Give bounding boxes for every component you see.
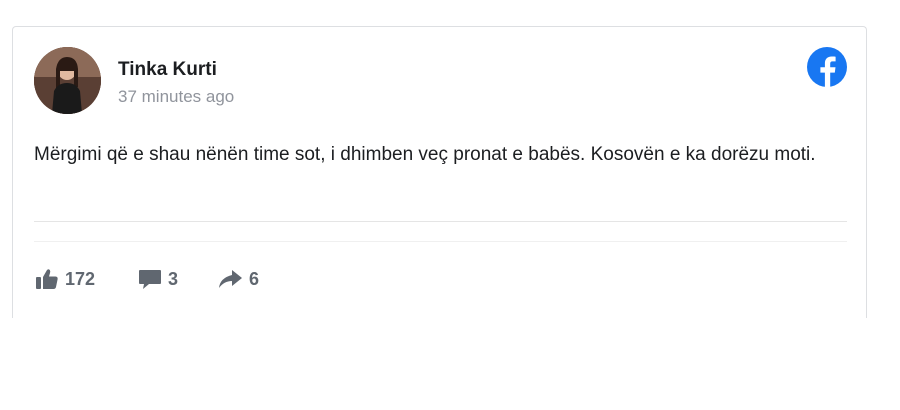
comment-count: 3	[168, 268, 179, 289]
divider	[34, 241, 847, 242]
speech-bubble-icon	[138, 268, 162, 290]
author-name[interactable]: Tinka Kurti	[118, 59, 217, 81]
avatar[interactable]	[34, 47, 101, 114]
facebook-post-embed: Tinka Kurti 37 minutes ago Mërgimi që e …	[12, 26, 867, 318]
post-text: Mërgimi që e shau nënën time sot, i dhim…	[34, 144, 816, 165]
avatar-image	[34, 47, 101, 114]
like-stat[interactable]: 172	[35, 267, 95, 291]
thumbs-up-icon	[35, 268, 59, 290]
comment-stat[interactable]: 3	[138, 267, 178, 291]
share-arrow-icon	[217, 268, 243, 290]
share-count: 6	[249, 268, 260, 289]
divider	[34, 221, 847, 222]
like-count: 172	[65, 268, 96, 289]
share-stat[interactable]: 6	[217, 267, 259, 291]
facebook-icon[interactable]	[807, 47, 847, 87]
post-timestamp[interactable]: 37 minutes ago	[118, 87, 234, 107]
